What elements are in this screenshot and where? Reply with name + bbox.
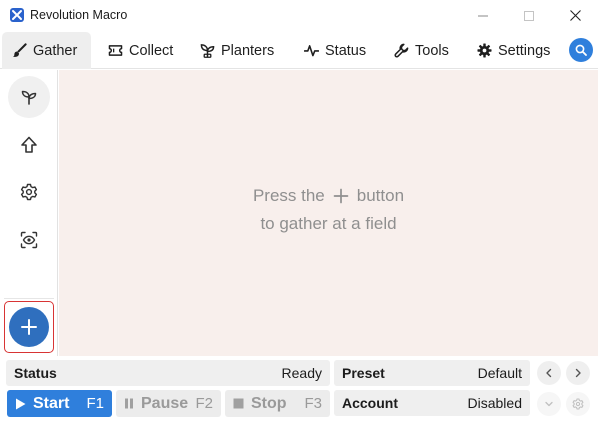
start-hotkey: F1 [86,395,104,412]
stop-button[interactable]: Stop F3 [225,390,330,417]
preset-prev-button[interactable] [537,361,561,385]
gear-icon [477,43,492,58]
plus-icon [333,188,349,204]
plus-icon [21,319,37,335]
settings-icon [20,183,38,201]
preset-label: Preset [342,365,385,381]
empty-state-text: button [356,186,405,205]
empty-state-text: Press the [252,186,325,205]
gear-icon [572,398,584,410]
account-dropdown-button[interactable] [537,392,561,416]
app-logo-icon [10,8,24,22]
play-icon [16,398,26,409]
preset-value: Default [477,365,522,381]
tab-status[interactable]: Status [294,32,376,69]
start-label: Start [33,394,70,412]
app-window: Revolution Macro Gather Collect Planters… [0,0,598,424]
tab-label: Tools [415,42,449,59]
pause-button[interactable]: Pause F2 [116,390,221,417]
minimize-button[interactable] [460,0,506,31]
tab-gather[interactable]: Gather [2,32,91,69]
sidebar-item-vision[interactable] [8,219,50,261]
sidebar [0,70,58,356]
preset-next-button[interactable] [566,361,590,385]
wrench-icon [394,43,409,58]
close-button[interactable] [552,0,598,31]
account-row: Account Disabled [334,390,530,416]
account-label: Account [342,395,398,411]
status-row: Status Ready [6,360,330,386]
tab-settings[interactable]: Settings [467,32,560,69]
stop-icon [233,398,244,409]
add-field-highlight [4,301,54,353]
tab-planters[interactable]: Planters [190,32,284,69]
eye-scan-icon [20,231,38,249]
chevron-right-icon [575,368,581,378]
search-icon [575,44,587,56]
ticket-icon [108,45,123,56]
chevron-left-icon [546,368,552,378]
empty-state-text: to gather at a field [260,214,397,233]
stop-label: Stop [251,394,287,412]
sidebar-item-fields[interactable] [8,76,50,118]
sidebar-divider [4,298,54,299]
chevron-down-icon [545,401,553,407]
pause-hotkey: F2 [195,395,213,412]
status-value: Ready [281,365,322,381]
tab-label: Collect [129,42,174,59]
tab-tools[interactable]: Tools [384,32,459,69]
arrow-up-icon [21,136,37,153]
maximize-button[interactable] [506,0,552,31]
footer-bar: Status Ready Preset Default Start F1 Pau… [0,356,598,424]
stop-hotkey: F3 [304,395,322,412]
sidebar-item-upload[interactable] [8,124,50,166]
sprout-icon [21,90,37,105]
pause-label: Pause [141,394,189,412]
tab-label: Status [325,42,367,59]
start-button[interactable]: Start F1 [7,390,112,417]
account-value: Disabled [467,395,522,411]
pause-icon [125,398,133,409]
sidebar-item-settings[interactable] [8,171,50,213]
title-bar: Revolution Macro [0,0,598,31]
paint-brush-icon [12,43,27,57]
account-settings-button[interactable] [566,392,590,416]
tab-label: Settings [498,42,551,59]
window-title: Revolution Macro [30,8,128,22]
pulse-icon [304,45,319,57]
tab-label: Planters [221,42,275,59]
tab-label: Gather [33,42,78,59]
tab-collect[interactable]: Collect [98,32,183,69]
tab-bar: Gather Collect Planters Status Tools Set… [0,31,598,69]
status-label: Status [14,365,57,381]
add-field-button[interactable] [9,307,49,347]
search-button[interactable] [569,38,593,62]
empty-state-message: Press the button to gather at a field [59,182,598,238]
preset-row: Preset Default [334,360,530,386]
gather-main-area: Press the button to gather at a field [59,70,598,356]
plant-icon [200,44,215,58]
